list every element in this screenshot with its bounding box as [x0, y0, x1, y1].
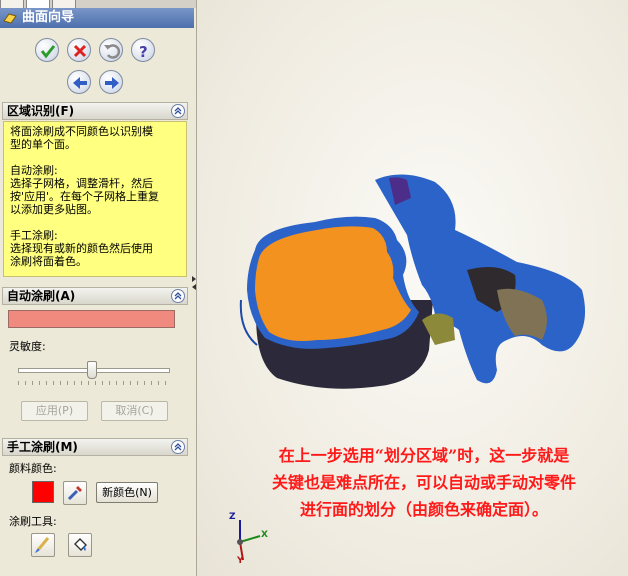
svg-text:?: ? [139, 43, 148, 61]
paint-color-label: 颜料颜色: [9, 462, 57, 475]
property-manager-panel: 曲面向导 ? 区域识别(F) 将面涂刷成不同颜色以识别模 型的单个面。 自动涂刷… [0, 0, 197, 576]
auto-paint-color-bar[interactable] [8, 310, 175, 328]
eyedropper-button[interactable] [63, 481, 87, 505]
graphics-viewport[interactable]: Z X Y 在上一步选用“划分区域”时，这一步就是 关键也是难点所在，可以自动或… [197, 0, 628, 576]
bucket-icon [74, 538, 87, 551]
manual-paint-header[interactable]: 手工涂刷(M) [2, 438, 188, 456]
region-identify-header[interactable]: 区域识别(F) [2, 102, 188, 120]
apply-button[interactable]: 应用(P) [21, 401, 88, 421]
panel-tabs [0, 0, 196, 9]
tutorial-annotation: 在上一步选用“划分区域”时，这一步就是 关键也是难点所在，可以自动或手动对零件 … [219, 442, 628, 523]
region-identify-hint: 将面涂刷成不同颜色以识别模 型的单个面。 自动涂刷: 选择子网格，调整滑杆，然后… [3, 121, 187, 277]
hint-paragraph: 将面涂刷成不同颜色以识别模 型的单个面。 [10, 125, 153, 151]
hint-paragraph: 自动涂刷: 选择子网格，调整滑杆，然后 按'应用'。在每个子网格上重复 以添加更… [10, 164, 160, 216]
manual-paint-title: 手工涂刷(M) [7, 440, 78, 454]
cancel-button[interactable] [67, 38, 91, 62]
sensitivity-label: 灵敏度: [9, 340, 46, 353]
brush-tool-button[interactable] [31, 533, 55, 557]
slider-ticks [18, 381, 168, 385]
collapse-icon[interactable] [171, 289, 185, 303]
back-button[interactable] [67, 70, 91, 94]
undo-icon [104, 44, 121, 59]
auto-paint-title: 自动涂刷(A) [7, 289, 76, 303]
auto-paint-header[interactable]: 自动涂刷(A) [2, 287, 188, 305]
annotation-line: 进行面的划分（由颜色来确定面）。 [299, 500, 548, 519]
help-icon: ? [139, 43, 148, 61]
next-arrow-icon [105, 77, 119, 89]
annotation-line: 关键也是难点所在，可以自动或手动对零件 [271, 473, 576, 492]
triad-y-label: Y [237, 556, 244, 566]
triad-x-label: X [261, 530, 268, 540]
collapse-icon[interactable] [171, 440, 185, 454]
ok-icon [40, 45, 56, 59]
region-identify-title: 区域识别(F) [7, 104, 75, 118]
next-button[interactable] [99, 70, 123, 94]
paint-color-swatch[interactable] [32, 481, 54, 503]
wizard-title: 曲面向导 [22, 10, 75, 25]
hint-paragraph: 手工涂刷: 选择现有或新的颜色然后使用 涂刷将面着色。 [10, 229, 153, 268]
cancel-paint-button[interactable]: 取消(C) [101, 401, 168, 421]
undo-button[interactable] [99, 38, 123, 62]
panel-splitter[interactable] [192, 272, 196, 292]
paint-tools-label: 涂刷工具: [9, 515, 57, 528]
fill-tool-button[interactable] [68, 533, 92, 557]
wizard-title-bar: 曲面向导 [0, 8, 194, 28]
brush-icon [35, 537, 50, 553]
back-arrow-icon [73, 77, 87, 89]
cancel-icon [73, 44, 87, 58]
help-button[interactable]: ? [131, 38, 155, 62]
ok-button[interactable] [35, 38, 59, 62]
annotation-line: 在上一步选用“划分区域”时，这一步就是 [278, 446, 570, 465]
eyedropper-icon [67, 486, 82, 501]
collapse-icon[interactable] [171, 104, 185, 118]
surface-wizard-icon [3, 13, 17, 24]
new-color-button[interactable]: 新颜色(N) [96, 482, 158, 503]
sensitivity-slider-thumb[interactable] [87, 361, 97, 379]
